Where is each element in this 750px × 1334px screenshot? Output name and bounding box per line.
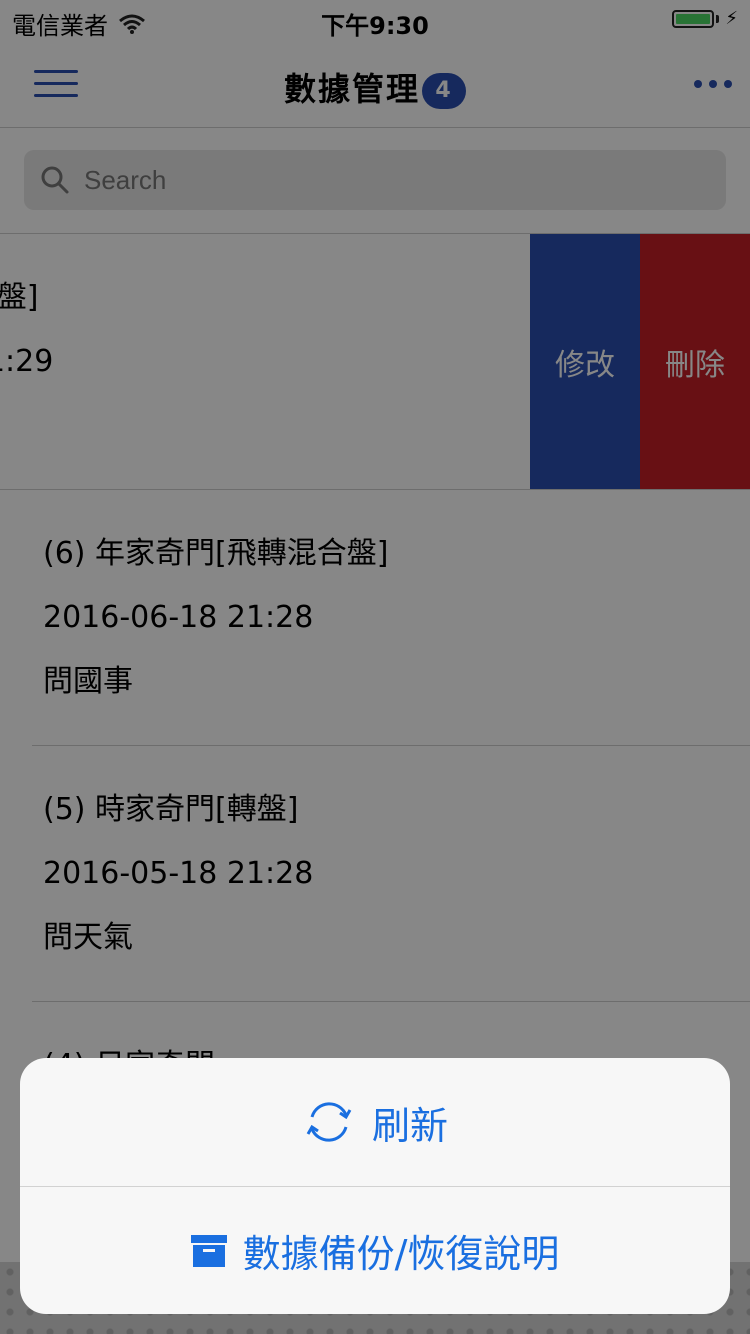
action-sheet: 刷新 數據備份/恢復說明	[20, 1058, 730, 1314]
archive-icon	[190, 1234, 227, 1267]
refresh-label: 刷新	[371, 1103, 448, 1148]
refresh-icon	[306, 1102, 352, 1142]
refresh-button[interactable]: 刷新	[20, 1058, 730, 1186]
backup-restore-button[interactable]: 數據備份/恢復說明	[20, 1186, 730, 1314]
backup-restore-label: 數據備份/恢復說明	[242, 1232, 560, 1276]
